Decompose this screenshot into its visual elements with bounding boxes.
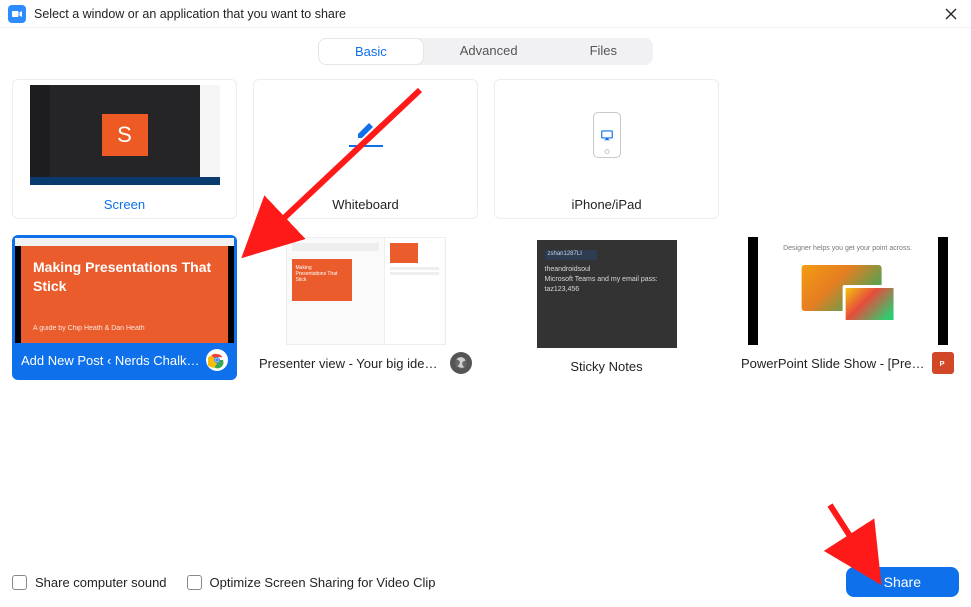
card-sticky-notes[interactable]: zshan1287LI theandroidsoul Microsoft Tea… <box>494 235 719 380</box>
chrome-preview-title: Making Presentations That Stick <box>33 258 216 296</box>
share-grid-wrap: S Screen Whiteboard <box>0 79 971 380</box>
window-title: Select a window or an application that y… <box>34 7 939 21</box>
checkbox-share-sound-label: Share computer sound <box>35 575 167 590</box>
sticky-line-3: taz123,456 <box>545 286 669 293</box>
card-screen-label: Screen <box>19 197 230 212</box>
chrome-icon <box>206 349 228 371</box>
card-presenter-label: Presenter view - Your big idea - G… <box>259 356 444 371</box>
sticky-thumbnail: zshan1287LI theandroidsoul Microsoft Tea… <box>494 235 719 352</box>
checkbox-box <box>12 575 27 590</box>
share-grid: S Screen Whiteboard <box>12 79 959 380</box>
chrome-thumbnail: Making Presentations That Stick A guide … <box>15 238 234 343</box>
sticky-line-2: Microsoft Teams and my email pass: <box>545 276 669 283</box>
screen-thumbnail: S <box>13 80 236 190</box>
card-whiteboard[interactable]: Whiteboard <box>253 79 478 219</box>
card-powerpoint[interactable]: Designer helps you get your point across… <box>735 235 960 380</box>
globe-icon <box>450 352 472 374</box>
checkbox-optimize-label: Optimize Screen Sharing for Video Clip <box>210 575 436 590</box>
tab-group: Basic Advanced Files <box>318 38 653 65</box>
card-chrome-label: Add New Post ‹ Nerds Chalk — … <box>21 353 200 368</box>
card-iphone-ipad[interactable]: iPhone/iPad <box>494 79 719 219</box>
presenter-thumbnail: MakingPresentations ThatStick <box>253 235 478 346</box>
iphone-ipad-icon <box>495 80 718 190</box>
powerpoint-icon: P <box>932 352 954 374</box>
card-chrome-window[interactable]: Making Presentations That Stick A guide … <box>12 235 237 380</box>
card-screen[interactable]: S Screen <box>12 79 237 219</box>
ppt-thumbnail: Designer helps you get your point across… <box>735 235 960 346</box>
card-iphone-label: iPhone/iPad <box>501 197 712 212</box>
card-whiteboard-label: Whiteboard <box>260 197 471 212</box>
tabs-row: Basic Advanced Files <box>0 28 971 79</box>
checkbox-share-sound[interactable]: Share computer sound <box>12 575 167 590</box>
tab-files[interactable]: Files <box>554 38 653 65</box>
zoom-app-icon <box>8 5 26 23</box>
card-ppt-label: PowerPoint Slide Show - [Present… <box>741 356 926 371</box>
sticky-line-1: theandroidsoul <box>545 266 669 273</box>
footer: Share computer sound Optimize Screen Sha… <box>0 557 971 607</box>
close-button[interactable] <box>939 2 963 26</box>
sticky-line-0: zshan1287LI <box>545 250 597 260</box>
card-sticky-label: Sticky Notes <box>500 359 713 374</box>
ppt-preview-text: Designer helps you get your point across… <box>783 245 912 252</box>
svg-text:P: P <box>940 359 945 368</box>
card-presenter-view[interactable]: MakingPresentations ThatStick Presenter … <box>253 235 478 380</box>
titlebar: Select a window or an application that y… <box>0 0 971 28</box>
checkbox-optimize-video[interactable]: Optimize Screen Sharing for Video Clip <box>187 575 436 590</box>
tab-advanced[interactable]: Advanced <box>424 38 554 65</box>
whiteboard-icon <box>254 80 477 190</box>
chrome-preview-sub: A guide by Chip Heath & Dan Heath <box>33 324 145 333</box>
share-button[interactable]: Share <box>846 567 959 597</box>
tab-basic[interactable]: Basic <box>318 38 424 65</box>
checkbox-box <box>187 575 202 590</box>
